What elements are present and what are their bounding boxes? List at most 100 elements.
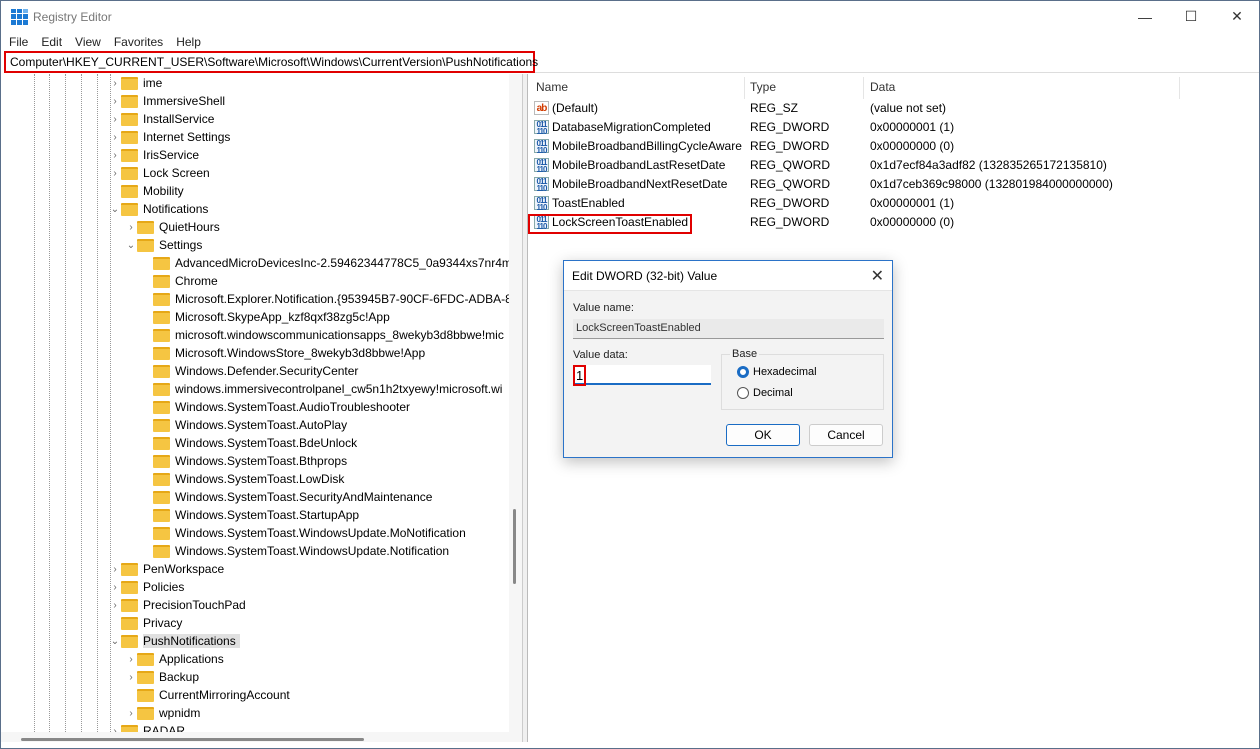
folder-icon: [121, 94, 138, 108]
scrollbar-thumb[interactable]: [21, 738, 364, 741]
address-bar[interactable]: Computer\HKEY_CURRENT_USER\Software\Micr…: [4, 51, 538, 73]
tree-item[interactable]: Windows.SystemToast.StartupApp: [141, 506, 359, 524]
tree-item[interactable]: Privacy: [109, 614, 182, 632]
chevron-right-icon[interactable]: ›: [125, 672, 137, 683]
folder-icon: [121, 202, 138, 216]
tree-item[interactable]: › PenWorkspace: [109, 560, 224, 578]
tree-item[interactable]: ⌄ Notifications: [109, 200, 209, 218]
chevron-down-icon[interactable]: ⌄: [109, 636, 121, 647]
hexadecimal-label: Hexadecimal: [753, 366, 817, 378]
column-header-name[interactable]: Name: [536, 77, 568, 97]
chevron-right-icon[interactable]: ›: [125, 222, 137, 233]
tree-item[interactable]: › IrisService: [109, 146, 199, 164]
chevron-right-icon[interactable]: ›: [109, 150, 121, 161]
chevron-right-icon[interactable]: ›: [109, 132, 121, 143]
tree-item[interactable]: › Applications: [125, 650, 223, 668]
tree-item[interactable]: Windows.SystemToast.SecurityAndMaintenan…: [141, 488, 432, 506]
tree-item[interactable]: ⌄ Settings: [125, 236, 203, 254]
tree-item[interactable]: CurrentMirroringAccount: [125, 686, 290, 704]
cancel-button[interactable]: Cancel: [809, 424, 883, 446]
tree-guide: [81, 74, 82, 732]
registry-editor-window: Registry Editor — ☐ ✕ File Edit View Fav…: [0, 0, 1260, 749]
column-header-type[interactable]: Type: [750, 77, 776, 97]
minimize-button[interactable]: —: [1122, 1, 1168, 32]
tree-item[interactable]: Windows.Defender.SecurityCenter: [141, 362, 358, 380]
tree-item[interactable]: Windows.SystemToast.BdeUnlock: [141, 434, 357, 452]
value-row[interactable]: ab (Default) REG_SZ (value not set): [528, 99, 1228, 118]
chevron-down-icon[interactable]: ⌄: [125, 240, 137, 251]
chevron-down-icon[interactable]: ⌄: [109, 204, 121, 215]
column-divider[interactable]: [1179, 77, 1180, 99]
tree-item[interactable]: Windows.SystemToast.AudioTroubleshooter: [141, 398, 410, 416]
tree-item[interactable]: › Policies: [109, 578, 184, 596]
tree-item[interactable]: › wpnidm: [125, 704, 200, 722]
tree-item[interactable]: Microsoft.SkypeApp_kzf8qxf38zg5c!App: [141, 308, 390, 326]
maximize-button[interactable]: ☐: [1168, 1, 1214, 32]
tree-item[interactable]: Windows.SystemToast.WindowsUpdate.Notifi…: [141, 542, 449, 560]
tree-horizontal-scrollbar[interactable]: [1, 732, 522, 742]
chevron-right-icon[interactable]: ›: [109, 600, 121, 611]
menu-file[interactable]: File: [9, 35, 28, 49]
menu-view[interactable]: View: [75, 35, 101, 49]
tree-item[interactable]: › ImmersiveShell: [109, 92, 225, 110]
close-button[interactable]: ✕: [1214, 1, 1260, 32]
decimal-radio[interactable]: Decimal: [737, 387, 793, 399]
value-row[interactable]: 011 110 DatabaseMigrationCompleted REG_DWO…: [528, 118, 1228, 137]
tree-guide: [34, 74, 35, 732]
chevron-right-icon[interactable]: ›: [125, 708, 137, 719]
chevron-right-icon[interactable]: ›: [109, 96, 121, 107]
tree-item[interactable]: Windows.SystemToast.LowDisk: [141, 470, 344, 488]
tree-item[interactable]: › ime: [109, 74, 162, 92]
tree-item[interactable]: Mobility: [109, 182, 184, 200]
tree-item-label: Windows.SystemToast.AutoPlay: [175, 418, 348, 432]
value-data: 0x00000000 (0): [870, 139, 955, 153]
tree-item[interactable]: › Internet Settings: [109, 128, 230, 146]
chevron-right-icon[interactable]: ›: [109, 78, 121, 89]
value-row[interactable]: 011 110 MobileBroadbandNextResetDate REG_Q…: [528, 175, 1228, 194]
tree-item[interactable]: Windows.SystemToast.AutoPlay: [141, 416, 347, 434]
tree-item[interactable]: Windows.SystemToast.Bthprops: [141, 452, 347, 470]
scrollbar-thumb[interactable]: [513, 509, 516, 584]
tree-item[interactable]: ⌄ PushNotifications: [109, 632, 240, 650]
menu-edit[interactable]: Edit: [41, 35, 62, 49]
folder-icon: [153, 472, 170, 486]
hexadecimal-radio[interactable]: Hexadecimal: [737, 366, 817, 378]
value-row[interactable]: 011 110 ToastEnabled REG_DWORD 0x00000001 (…: [528, 194, 1228, 213]
binary-value-icon: 011 110: [534, 139, 549, 155]
tree-item[interactable]: Microsoft.Explorer.Notification.{953945B…: [141, 290, 512, 308]
value-name-field: LockScreenToastEnabled: [573, 319, 884, 339]
value-data-input[interactable]: [573, 365, 711, 385]
tree-item[interactable]: windows.immersivecontrolpanel_cw5n1h2txy…: [141, 380, 502, 398]
tree-item-label: Windows.SystemToast.StartupApp: [175, 508, 360, 522]
chevron-right-icon[interactable]: ›: [109, 582, 121, 593]
tree-item[interactable]: Microsoft.WindowsStore_8wekyb3d8bbwe!App: [141, 344, 425, 362]
base-label: Base: [730, 348, 760, 360]
tree-item[interactable]: Windows.SystemToast.WindowsUpdate.MoNoti…: [141, 524, 466, 542]
value-data-text[interactable]: 1: [573, 365, 586, 386]
column-divider[interactable]: [863, 77, 864, 99]
tree-item[interactable]: › PrecisionTouchPad: [109, 596, 245, 614]
chevron-right-icon[interactable]: ›: [109, 114, 121, 125]
value-row[interactable]: 011 110 MobileBroadbandLastResetDate REG_Q…: [528, 156, 1228, 175]
tree-item[interactable]: Chrome: [141, 272, 218, 290]
close-icon[interactable]: ✕: [871, 266, 884, 286]
value-row[interactable]: 011 110 MobileBroadbandBillingCycleAware R…: [528, 137, 1228, 156]
tree-item-label: Windows.SystemToast.AudioTroubleshooter: [175, 400, 410, 414]
tree-item[interactable]: › QuietHours: [125, 218, 219, 236]
chevron-right-icon[interactable]: ›: [109, 564, 121, 575]
chevron-right-icon[interactable]: ›: [109, 168, 121, 179]
tree-item[interactable]: microsoft.windowscommunicationsapps_8wek…: [141, 326, 504, 344]
tree-item[interactable]: › Backup: [125, 668, 199, 686]
chevron-right-icon[interactable]: ›: [125, 654, 137, 665]
column-header-data[interactable]: Data: [870, 77, 895, 97]
highlight-box: [528, 214, 692, 234]
tree-item[interactable]: AdvancedMicroDevicesInc-2.59462344778C5_…: [141, 254, 522, 272]
tree-item[interactable]: › Lock Screen: [109, 164, 209, 182]
tree-item-label: Windows.Defender.SecurityCenter: [175, 364, 359, 378]
ok-button[interactable]: OK: [726, 424, 800, 446]
tree-item[interactable]: › InstallService: [109, 110, 214, 128]
menu-help[interactable]: Help: [176, 35, 201, 49]
column-divider[interactable]: [744, 77, 745, 99]
tree-vertical-scrollbar[interactable]: [509, 74, 522, 732]
menu-favorites[interactable]: Favorites: [114, 35, 163, 49]
